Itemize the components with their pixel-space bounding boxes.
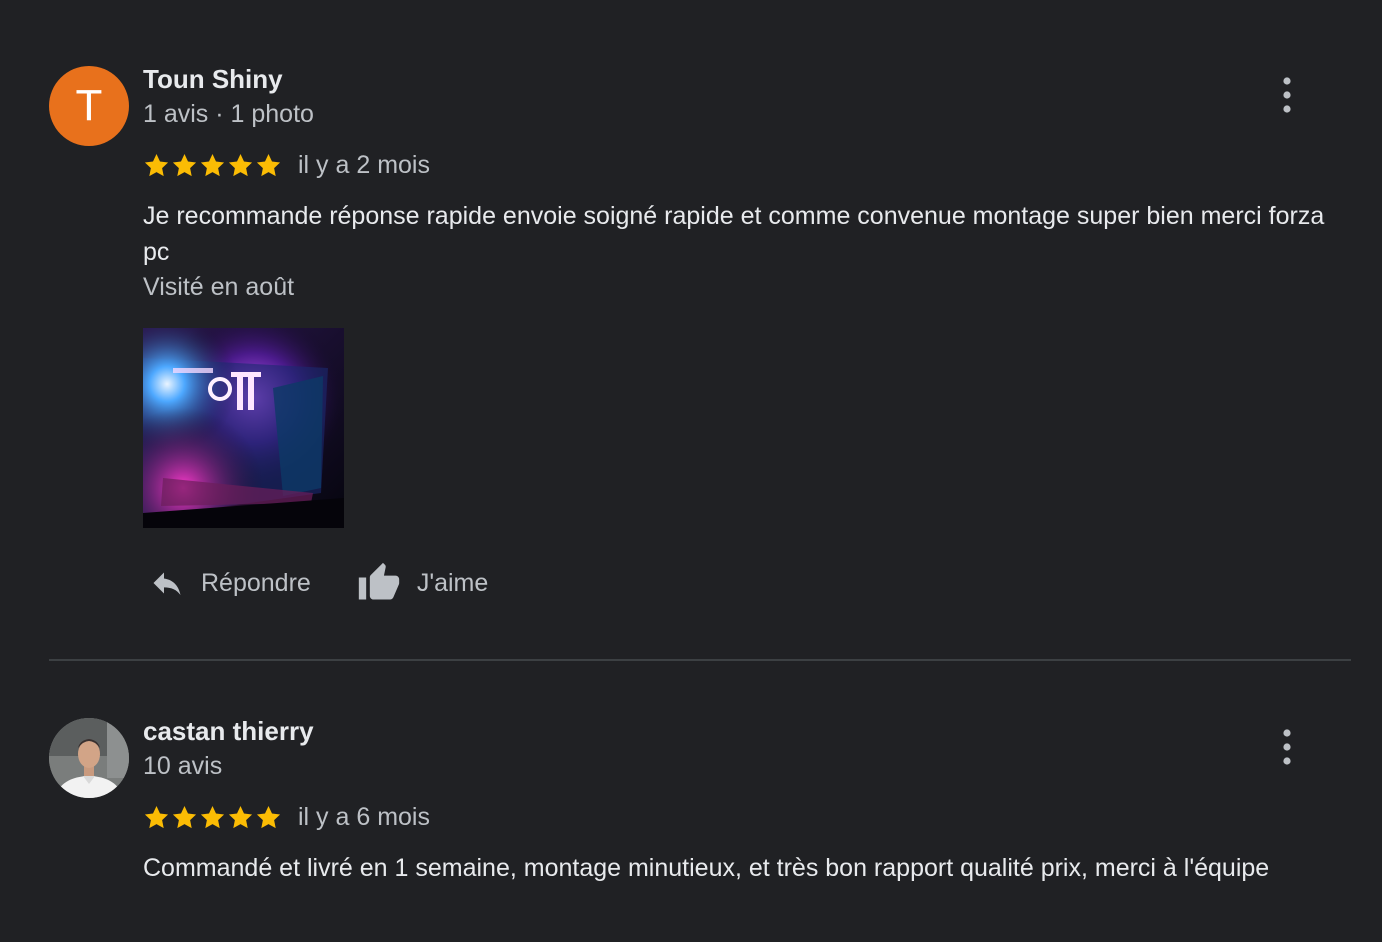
star-rating bbox=[143, 804, 282, 831]
avatar[interactable] bbox=[49, 718, 129, 798]
review-time: il y a 6 mois bbox=[298, 802, 430, 831]
star-icon bbox=[144, 805, 169, 828]
star-icon bbox=[172, 805, 197, 828]
more-vert-icon bbox=[1283, 729, 1291, 765]
more-options-button[interactable] bbox=[1270, 725, 1304, 769]
reviewer-name[interactable]: castan thierry bbox=[143, 716, 314, 747]
rating-row: il y a 6 mois bbox=[143, 801, 430, 833]
review-text: Commandé et livré en 1 semaine, montage … bbox=[143, 854, 1270, 882]
star-icon bbox=[200, 805, 225, 828]
review-card: castan thierry 10 avis il y a 6 mois Com… bbox=[0, 0, 1382, 942]
reviewer-meta: 10 avis bbox=[143, 752, 223, 780]
star-icon bbox=[256, 805, 281, 828]
avatar-photo bbox=[49, 718, 129, 798]
star-icon bbox=[228, 805, 253, 828]
